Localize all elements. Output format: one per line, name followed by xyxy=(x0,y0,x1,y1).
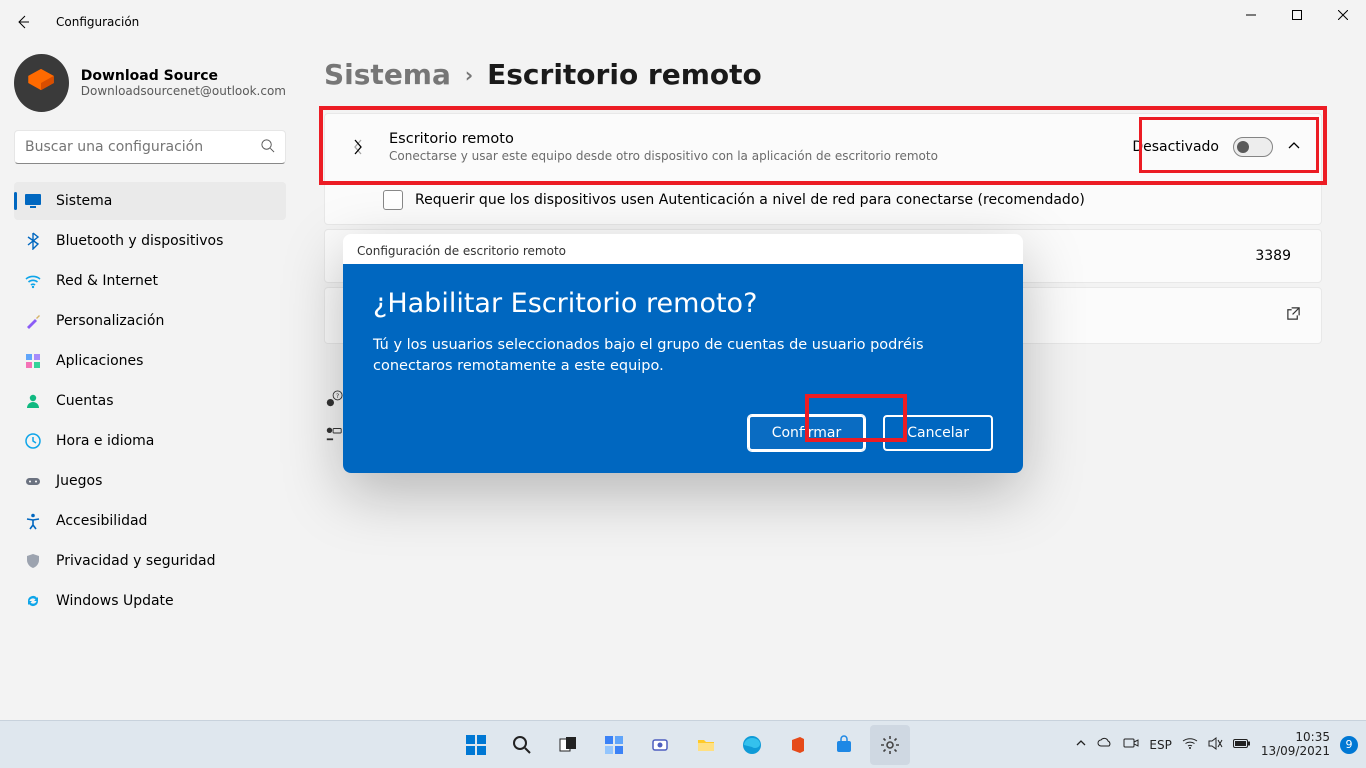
nav-item-gamepad[interactable]: Juegos xyxy=(14,462,286,500)
tray-volume-icon[interactable] xyxy=(1208,737,1223,753)
tray-clock[interactable]: 10:35 13/09/2021 xyxy=(1261,731,1330,759)
confirm-button[interactable]: Confirmar xyxy=(748,415,866,451)
back-button[interactable] xyxy=(8,7,38,37)
office-button[interactable] xyxy=(778,725,818,765)
update-icon xyxy=(24,592,42,610)
apps-icon xyxy=(24,352,42,370)
feedback-icon[interactable] xyxy=(325,424,343,446)
clock-icon xyxy=(24,432,42,450)
nav-label: Red & Internet xyxy=(56,273,158,289)
start-button[interactable] xyxy=(456,725,496,765)
settings-taskbar-button[interactable] xyxy=(870,725,910,765)
avatar xyxy=(14,54,69,112)
nav-label: Accesibilidad xyxy=(56,513,147,529)
tray-language[interactable]: ESP xyxy=(1149,738,1171,752)
port-value: 3389 xyxy=(1255,248,1291,264)
widgets-button[interactable] xyxy=(594,725,634,765)
explorer-button[interactable] xyxy=(686,725,726,765)
nla-checkbox[interactable] xyxy=(383,190,403,210)
maximize-button[interactable] xyxy=(1274,0,1320,30)
open-external-icon xyxy=(1286,306,1301,325)
nav-list: Sistema Bluetooth y dispositivos Red & Int… xyxy=(14,182,286,620)
remote-desktop-toggle[interactable] xyxy=(1233,137,1273,157)
dialog-title: Configuración de escritorio remoto xyxy=(343,234,1023,264)
gamepad-icon xyxy=(24,472,42,490)
nav-label: Sistema xyxy=(56,193,112,209)
confirm-dialog: Configuración de escritorio remoto ¿Habi… xyxy=(343,234,1023,473)
nav-label: Aplicaciones xyxy=(56,353,143,369)
nav-label: Juegos xyxy=(56,473,102,489)
close-button[interactable] xyxy=(1320,0,1366,30)
help-icon[interactable]: ? xyxy=(325,390,343,412)
teams-button[interactable] xyxy=(640,725,680,765)
nav-item-shield[interactable]: Privacidad y seguridad xyxy=(14,542,286,580)
bluetooth-icon xyxy=(24,232,42,250)
nav-item-brush[interactable]: Personalización xyxy=(14,302,286,340)
nav-item-accessibility[interactable]: Accesibilidad xyxy=(14,502,286,540)
nav-label: Personalización xyxy=(56,313,164,329)
remote-desktop-subtitle: Conectarse y usar este equipo desde otro… xyxy=(389,149,1132,163)
chevron-up-icon xyxy=(1287,138,1301,157)
nav-item-apps[interactable]: Aplicaciones xyxy=(14,342,286,380)
minimize-button[interactable] xyxy=(1228,0,1274,30)
shield-icon xyxy=(24,552,42,570)
tray-chevron-icon[interactable] xyxy=(1075,737,1087,752)
accessibility-icon xyxy=(24,512,42,530)
system-tray: ESP 10:35 13/09/2021 9 xyxy=(1075,731,1358,759)
nav-label: Hora e idioma xyxy=(56,433,154,449)
sidebar: Download Source Downloadsourcenet@outloo… xyxy=(0,44,300,720)
tray-meetnow-icon[interactable] xyxy=(1123,737,1139,752)
brush-icon xyxy=(24,312,42,330)
nav-label: Cuentas xyxy=(56,393,114,409)
nav-item-wifi[interactable]: Red & Internet xyxy=(14,262,286,300)
remote-desktop-row[interactable]: Escritorio remoto Conectarse y usar este… xyxy=(325,114,1321,180)
nav-label: Bluetooth y dispositivos xyxy=(56,233,223,249)
window-title: Configuración xyxy=(56,15,139,29)
tray-onedrive-icon[interactable] xyxy=(1097,737,1113,752)
nav-item-clock[interactable]: Hora e idioma xyxy=(14,422,286,460)
nla-label: Requerir que los dispositivos usen Auten… xyxy=(415,192,1085,208)
cancel-button[interactable]: Cancelar xyxy=(883,415,993,451)
toggle-state-label: Desactivado xyxy=(1132,139,1219,155)
nav-item-bluetooth[interactable]: Bluetooth y dispositivos xyxy=(14,222,286,260)
nav-item-update[interactable]: Windows Update xyxy=(14,582,286,620)
store-button[interactable] xyxy=(824,725,864,765)
breadcrumb-current: Escritorio remoto xyxy=(487,58,762,91)
search-input[interactable] xyxy=(25,139,260,155)
tray-battery-icon[interactable] xyxy=(1233,738,1251,752)
nav-label: Windows Update xyxy=(56,593,174,609)
breadcrumb: Sistema › Escritorio remoto xyxy=(324,58,1322,91)
breadcrumb-parent[interactable]: Sistema xyxy=(324,58,451,91)
help-icons: ? xyxy=(325,390,343,446)
titlebar: Configuración xyxy=(0,0,1366,44)
profile-block[interactable]: Download Source Downloadsourcenet@outloo… xyxy=(14,54,286,112)
search-icon xyxy=(260,138,275,157)
wifi-icon xyxy=(24,272,42,290)
profile-name: Download Source xyxy=(81,68,286,84)
search-taskbar-button[interactable] xyxy=(502,725,542,765)
search-box[interactable] xyxy=(14,130,286,164)
display-icon xyxy=(24,192,42,210)
remote-desktop-card: Escritorio remoto Conectarse y usar este… xyxy=(324,113,1322,225)
person-icon xyxy=(24,392,42,410)
task-icons xyxy=(456,725,910,765)
profile-email: Downloadsourcenet@outlook.com xyxy=(81,84,286,98)
taskbar: ESP 10:35 13/09/2021 9 xyxy=(0,720,1366,768)
remote-desktop-icon xyxy=(345,137,371,157)
edge-button[interactable] xyxy=(732,725,772,765)
taskview-button[interactable] xyxy=(548,725,588,765)
dialog-body-text: Tú y los usuarios seleccionados bajo el … xyxy=(373,335,953,377)
nav-label: Privacidad y seguridad xyxy=(56,553,216,569)
tray-time: 10:35 xyxy=(1295,731,1330,745)
remote-desktop-title: Escritorio remoto xyxy=(389,131,1132,147)
nav-item-display[interactable]: Sistema xyxy=(14,182,286,220)
notification-badge[interactable]: 9 xyxy=(1340,736,1358,754)
nav-item-person[interactable]: Cuentas xyxy=(14,382,286,420)
svg-text:?: ? xyxy=(336,393,339,400)
dialog-heading: ¿Habilitar Escritorio remoto? xyxy=(373,288,993,319)
tray-wifi-icon[interactable] xyxy=(1182,737,1198,752)
tray-date: 13/09/2021 xyxy=(1261,745,1330,759)
chevron-right-icon: › xyxy=(465,63,473,87)
